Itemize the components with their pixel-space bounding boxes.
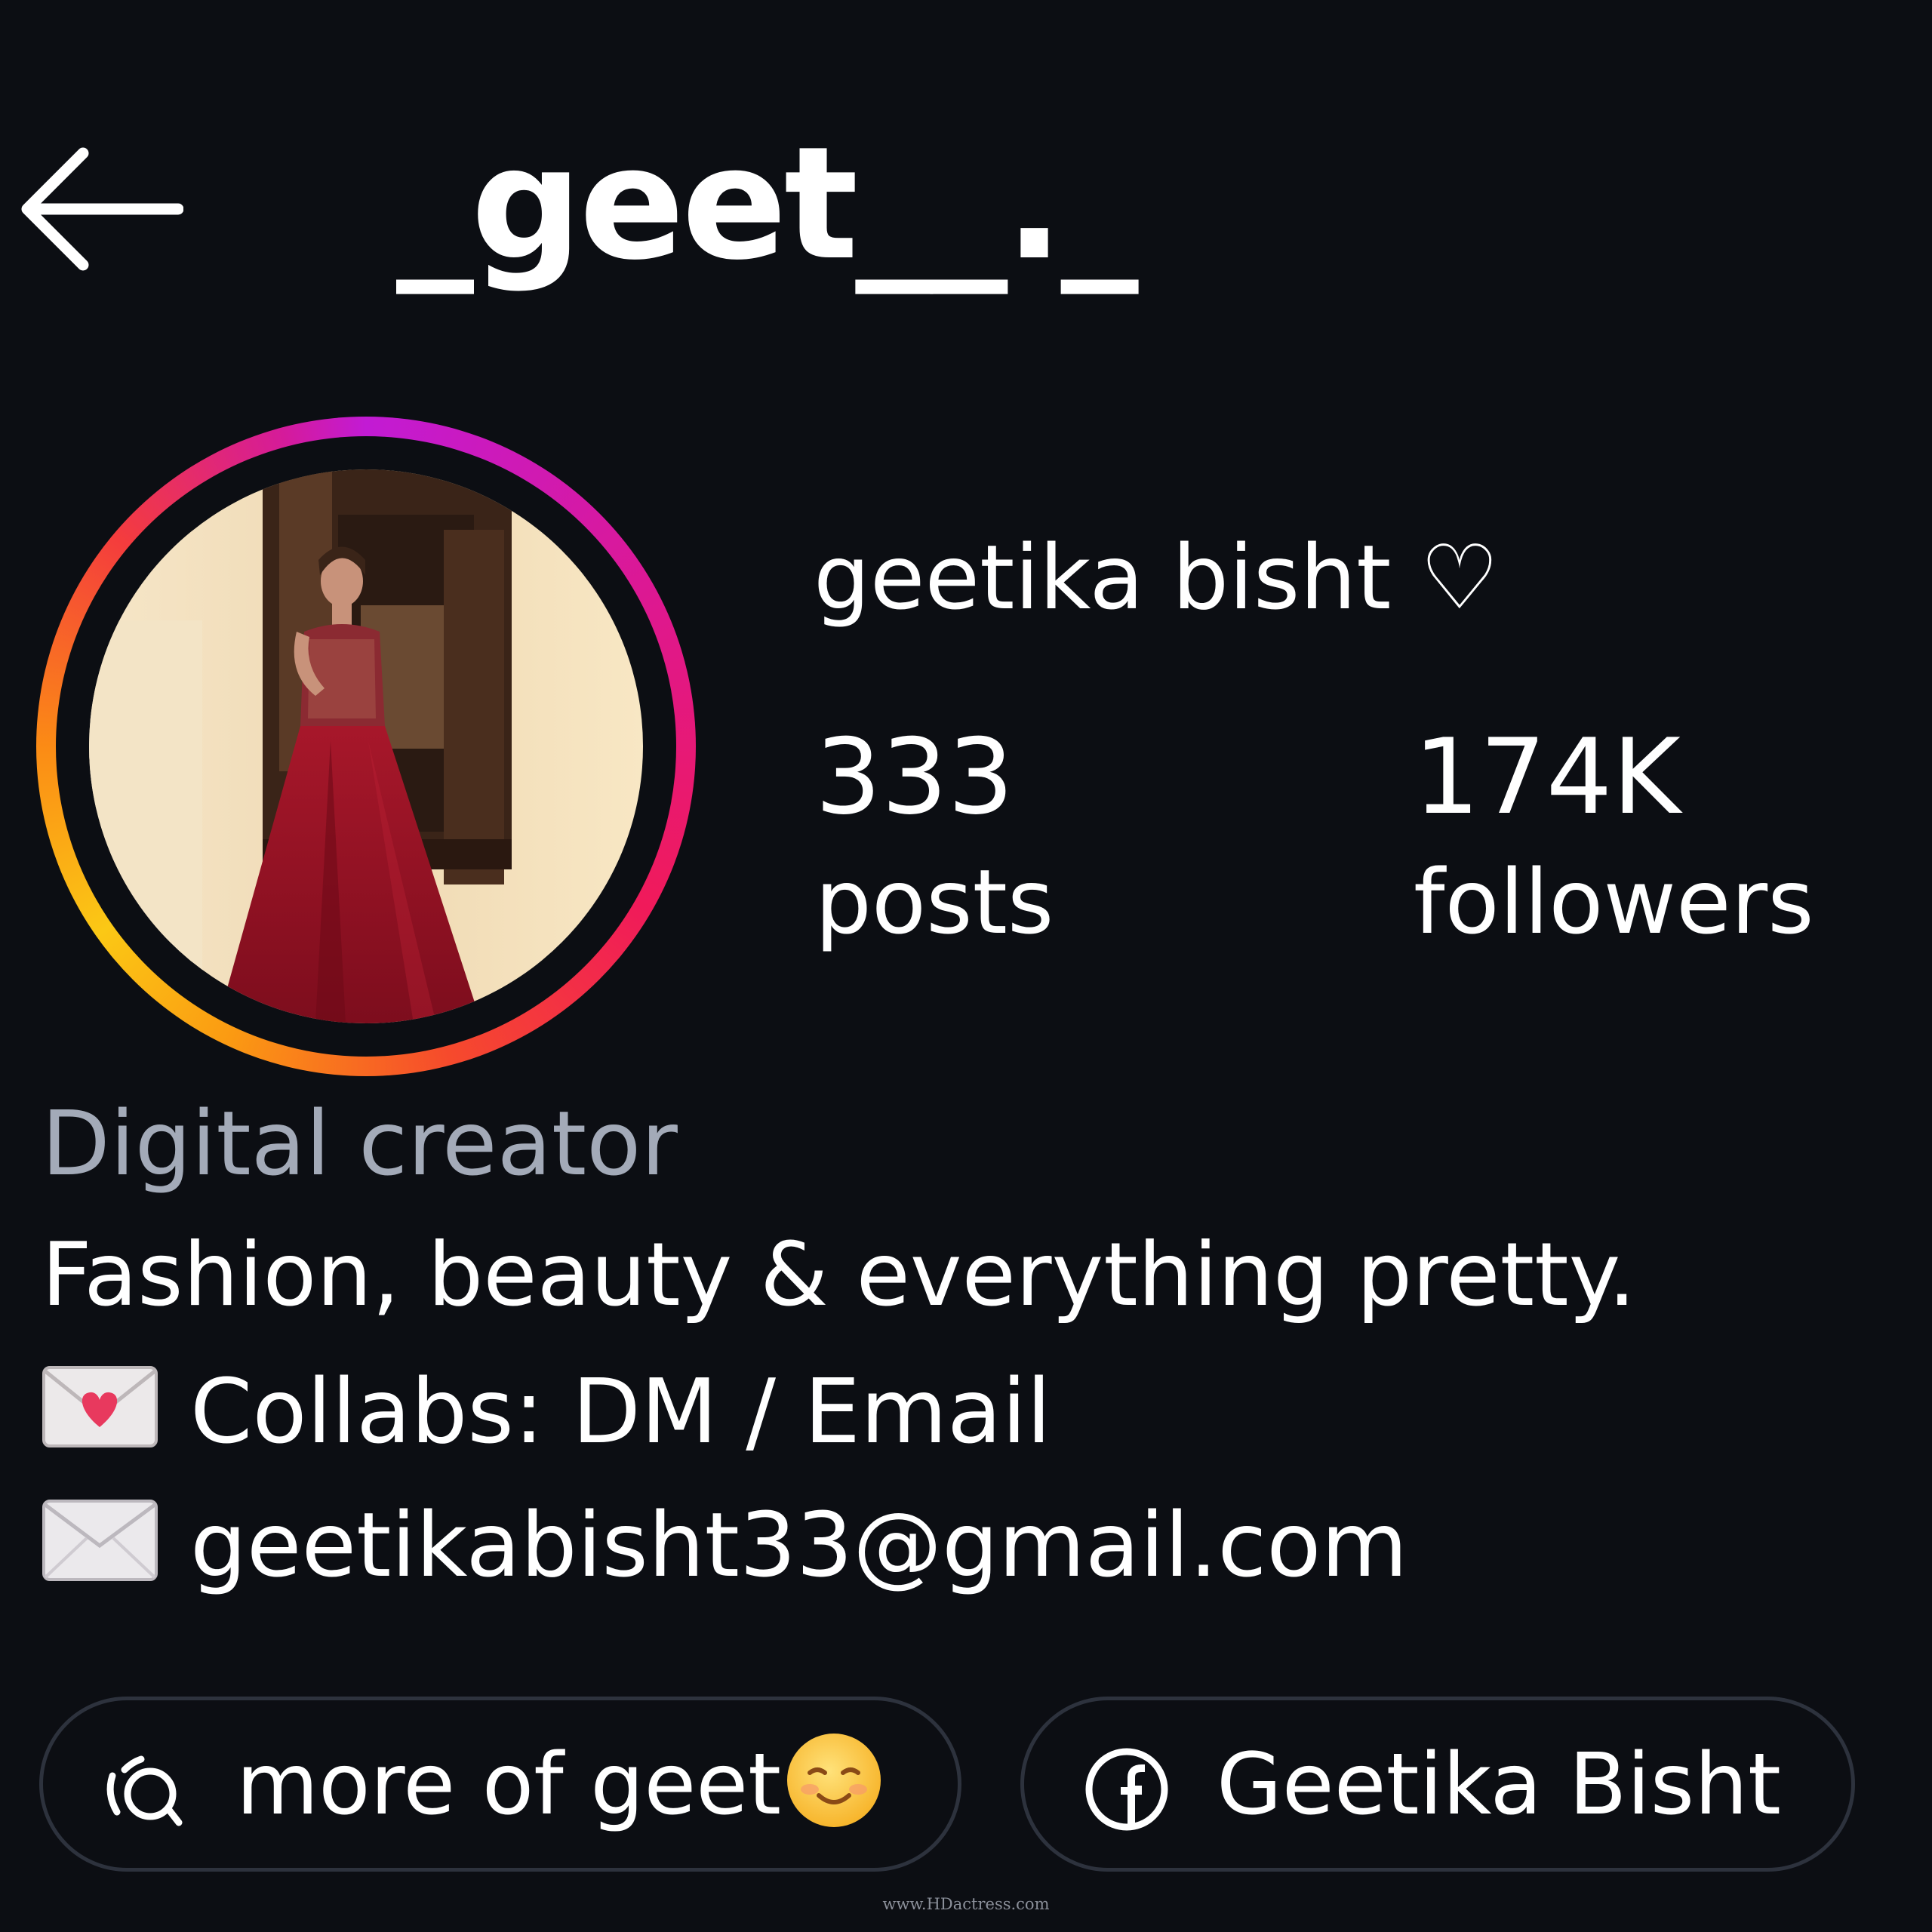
watermark: www.HDactress.com (882, 1895, 1050, 1913)
bio-line: geetikabisht33@gmail.com (42, 1488, 1407, 1601)
profile-username: _geet__._ (396, 113, 1139, 294)
avatar-story-ring[interactable] (36, 417, 696, 1076)
display-name: geetika bisht ♡ (814, 525, 1500, 629)
arrow-left-icon (14, 147, 183, 272)
love-letter-emoji-icon (42, 1365, 158, 1448)
posts-label: posts (815, 850, 1054, 954)
profile-category: Digital creator (42, 1091, 678, 1195)
facebook-icon (1084, 1747, 1169, 1832)
bio-collabs-text: Collabs: DM / Email (190, 1359, 1051, 1463)
avatar (89, 469, 643, 1023)
threads-icon (102, 1747, 186, 1832)
threads-link-label: more of geet (236, 1736, 782, 1834)
followers-label: followers (1414, 850, 1814, 954)
bio-line: Fashion, beauty & everything pretty. (42, 1224, 1636, 1326)
threads-link-button[interactable]: more of geet (39, 1697, 961, 1872)
facebook-link-label: Geetika Bisht (1217, 1736, 1781, 1834)
smiling-face-emoji-icon (784, 1730, 884, 1830)
followers-count[interactable]: 174K followers (1414, 717, 1814, 958)
posts-value: 333 (815, 716, 1014, 838)
envelope-emoji-icon (42, 1499, 158, 1582)
bio-email-link[interactable]: geetikabisht33@gmail.com (190, 1493, 1407, 1597)
followers-value: 174K (1414, 716, 1681, 838)
posts-count[interactable]: 333 posts (815, 717, 1054, 958)
back-button[interactable] (14, 147, 183, 272)
bio-line: Collabs: DM / Email (42, 1355, 1051, 1468)
facebook-link-button[interactable]: Geetika Bisht (1020, 1697, 1855, 1872)
